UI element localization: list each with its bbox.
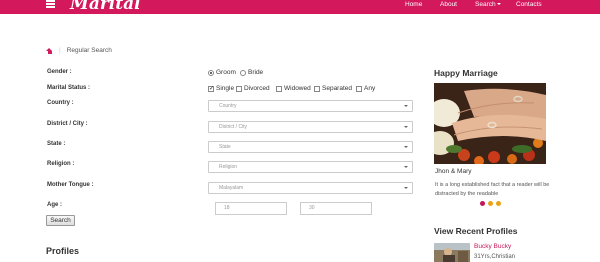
carousel-dot[interactable] — [488, 201, 493, 206]
marital-single-checkbox[interactable]: Single — [208, 85, 234, 92]
nav-search[interactable]: Search — [475, 1, 501, 8]
story-couple-name: Jhon & Mary — [435, 168, 472, 175]
breadcrumb-current: Regular Search — [66, 47, 112, 54]
nav-contacts[interactable]: Contacts — [516, 1, 542, 8]
carousel-dot-active[interactable] — [480, 201, 485, 206]
marital-any-checkbox[interactable]: Any — [356, 85, 375, 92]
gender-bride-label: Bride — [248, 69, 264, 76]
chevron-down-icon — [404, 166, 408, 168]
district-select-value: District / City — [219, 124, 248, 130]
age-label: Age : — [47, 202, 62, 208]
district-label: District / City : — [47, 121, 88, 127]
marital-divorced-checkbox[interactable]: Divorced — [236, 85, 270, 92]
checkbox-icon — [236, 85, 242, 92]
chevron-down-icon — [404, 146, 408, 148]
checkbox-icon — [356, 85, 362, 92]
religion-select[interactable]: Religion — [208, 161, 413, 173]
happy-marriage-heading: Happy Marriage — [434, 68, 498, 78]
state-label: State : — [47, 141, 66, 147]
hamburger-menu-icon[interactable] — [46, 0, 55, 8]
age-to-input[interactable]: 30 — [300, 202, 372, 215]
country-label: Country : — [47, 100, 74, 106]
age-from-input[interactable]: 18 — [215, 202, 287, 215]
recent-profile-meta: 31Yrs,Christian — [474, 254, 516, 260]
marital-widowed-checkbox[interactable]: Widowed — [276, 85, 311, 92]
marital-status-label: Marital Status : — [47, 85, 91, 91]
top-navbar: Marital Home About Search Contacts — [0, 0, 600, 14]
marital-widowed-label: Widowed — [284, 85, 311, 92]
marital-separated-checkbox[interactable]: Separated — [314, 85, 352, 92]
gender-bride-radio[interactable]: Bride — [240, 69, 263, 76]
checkbox-icon — [276, 85, 282, 92]
mother-tongue-select-value: Malayalam — [219, 185, 244, 191]
nav-home[interactable]: Home — [405, 1, 422, 8]
carousel-indicators — [480, 201, 501, 206]
marital-single-label: Single — [216, 85, 235, 92]
recent-profiles-heading: View Recent Profiles — [434, 226, 518, 236]
chevron-down-icon — [404, 126, 408, 128]
district-select[interactable]: District / City — [208, 121, 413, 133]
mother-tongue-select[interactable]: Malayalam — [208, 182, 413, 194]
mother-tongue-label: Mother Tongue : — [47, 182, 94, 188]
radio-checked-icon — [208, 69, 214, 76]
country-select-value: Country — [219, 103, 237, 109]
checkbox-icon — [314, 85, 320, 92]
state-select-value: State — [219, 144, 231, 150]
country-select[interactable]: Country — [208, 100, 413, 112]
brand-logo[interactable]: Marital — [70, 0, 141, 14]
home-icon[interactable] — [46, 47, 53, 54]
happy-marriage-photo — [434, 83, 546, 164]
marital-separated-label: Separated — [322, 85, 352, 92]
caret-down-icon — [496, 3, 501, 6]
breadcrumb: | Regular Search — [46, 47, 112, 54]
marital-divorced-label: Divorced — [244, 85, 270, 92]
checkbox-checked-icon — [208, 85, 214, 92]
story-text: It is a long established fact that a rea… — [435, 182, 550, 197]
nav-search-label: Search — [475, 1, 496, 8]
state-select[interactable]: State — [208, 141, 413, 153]
religion-label: Religion : — [47, 161, 75, 167]
marital-any-label: Any — [364, 85, 376, 92]
religion-select-value: Religion — [219, 164, 238, 170]
nav-about[interactable]: About — [440, 1, 457, 8]
profiles-heading: Profiles — [46, 246, 80, 256]
recent-profile-photo[interactable] — [434, 243, 470, 262]
chevron-down-icon — [404, 105, 408, 107]
gender-label: Gender : — [47, 69, 72, 75]
gender-groom-radio[interactable]: Groom — [208, 69, 236, 76]
radio-unchecked-icon — [240, 69, 246, 76]
carousel-dot[interactable] — [496, 201, 501, 206]
breadcrumb-separator: | — [59, 47, 61, 54]
gender-groom-label: Groom — [216, 69, 236, 76]
recent-profile-name[interactable]: Bucky Bucky — [474, 243, 511, 250]
search-button[interactable]: Search — [46, 215, 75, 226]
chevron-down-icon — [404, 187, 408, 189]
